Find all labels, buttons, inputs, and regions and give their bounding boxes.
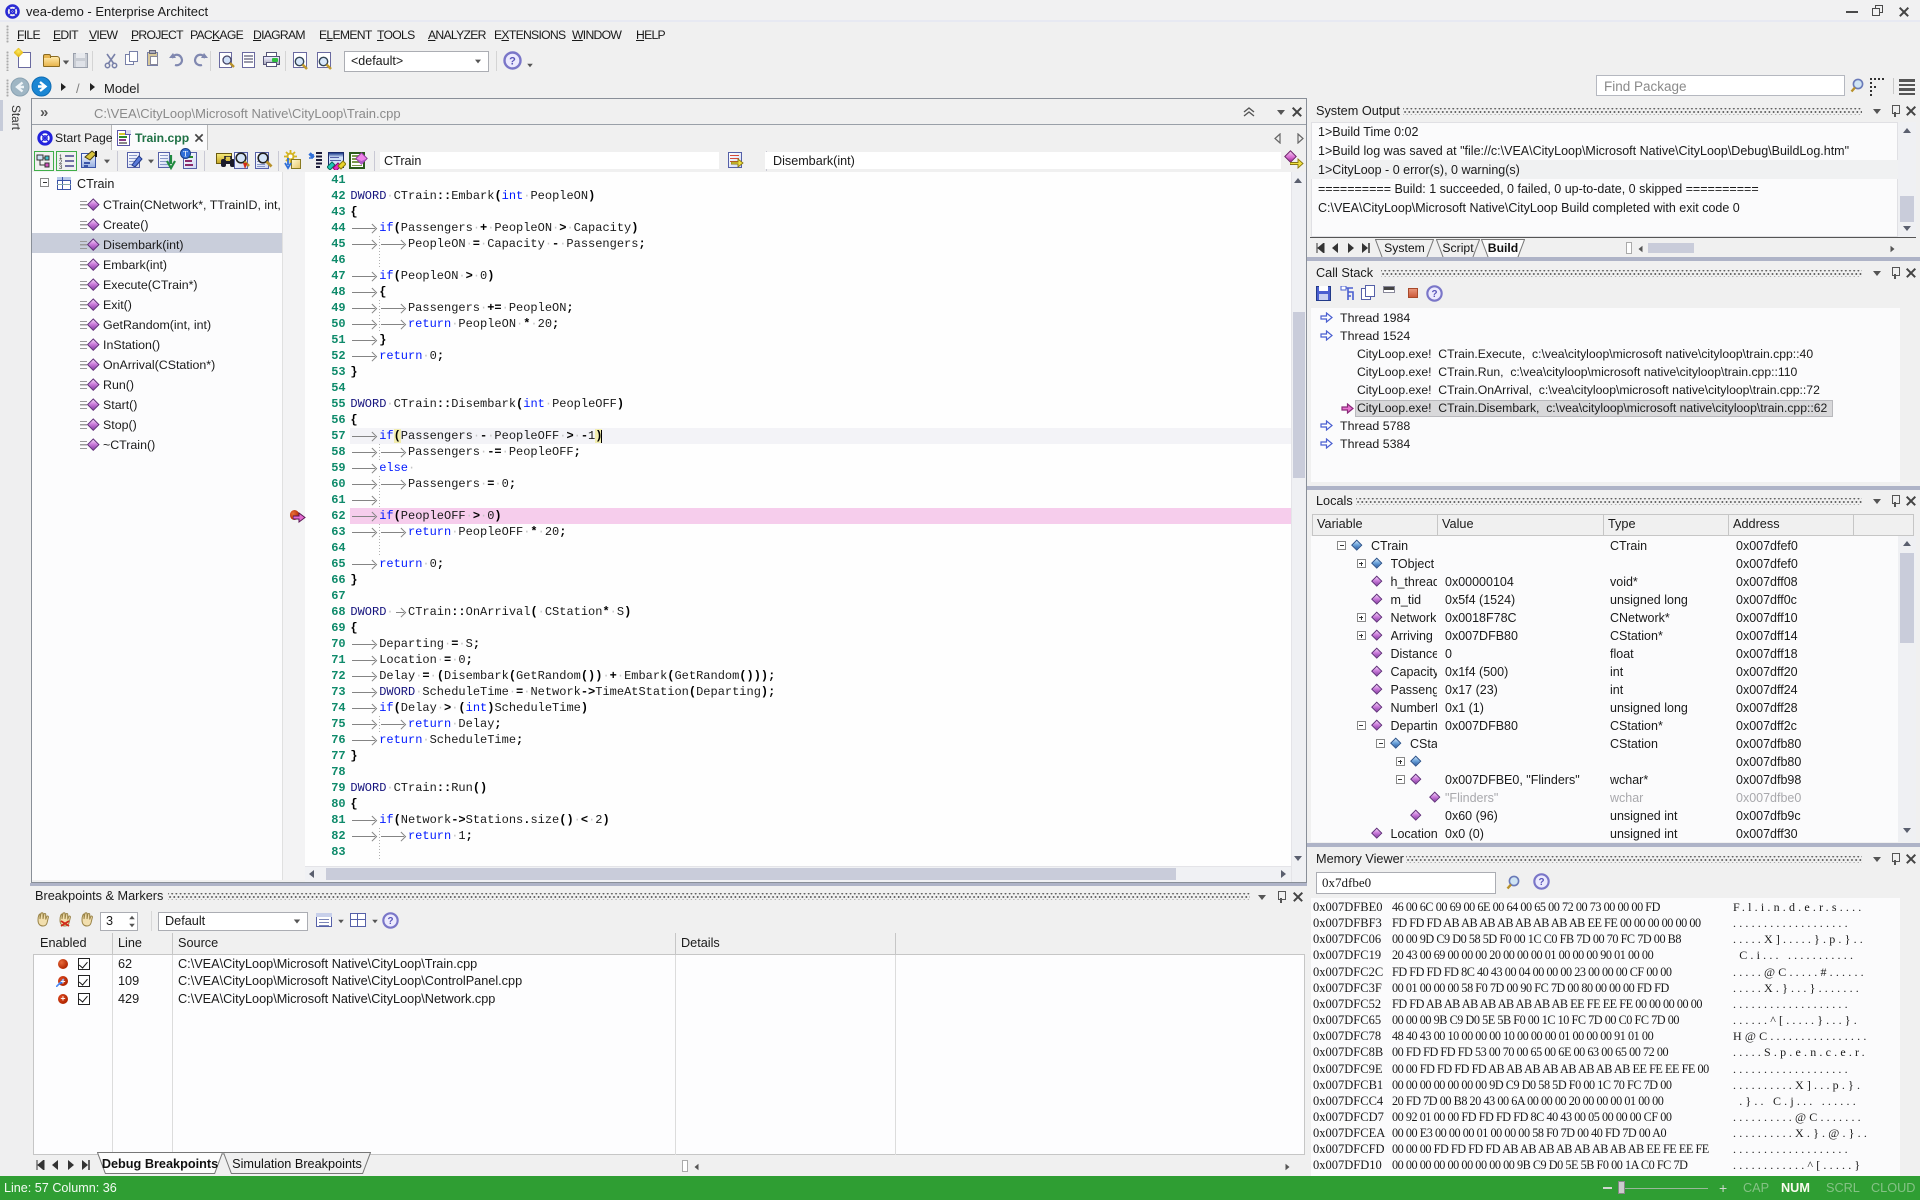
- svg-text:Script: Script: [1442, 241, 1474, 255]
- svg-text:3: 3: [59, 165, 63, 169]
- svg-text:System: System: [1384, 241, 1425, 255]
- svg-text:Simulation Breakpoints: Simulation Breakpoints: [232, 1157, 362, 1171]
- svg-text:?: ?: [1538, 877, 1544, 888]
- svg-text:T: T: [183, 150, 188, 159]
- svg-text:?: ?: [1431, 289, 1437, 300]
- svg-text:?: ?: [509, 56, 516, 68]
- svg-text:?: ?: [387, 916, 393, 927]
- svg-text:Build: Build: [1488, 241, 1518, 255]
- svg-text:Debug Breakpoints: Debug Breakpoints: [102, 1157, 218, 1171]
